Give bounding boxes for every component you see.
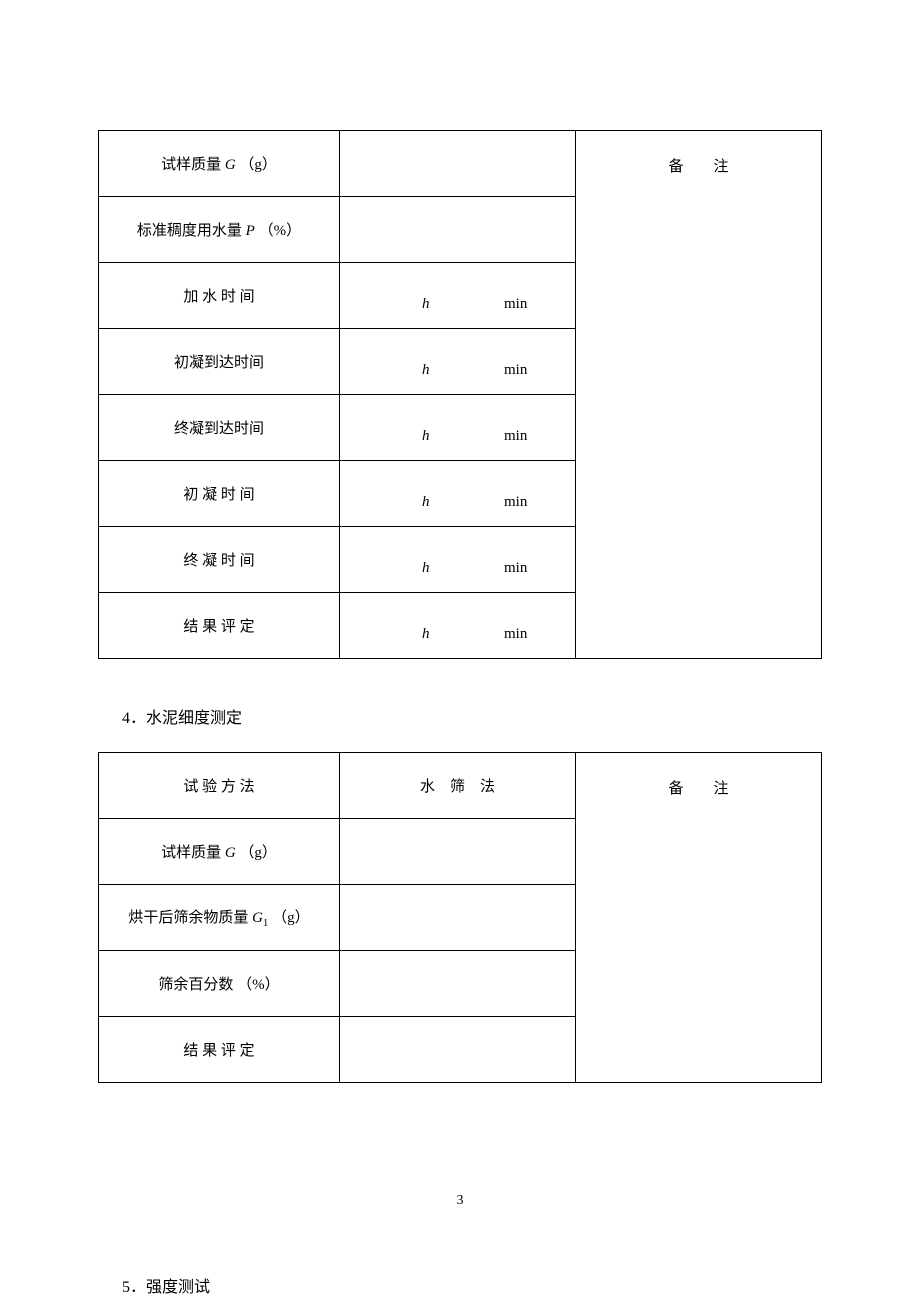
label-text: 烘干后筛余物质量 — [128, 910, 252, 926]
hour-unit: h — [422, 560, 430, 577]
label-text: 初 凝 时 间 — [183, 487, 254, 503]
row-label: 初 凝 时 间 — [99, 461, 340, 527]
remark-cell: 备 注 — [576, 131, 822, 659]
hour-unit: h — [422, 428, 430, 445]
table-fineness: 试 验 方 法 水 筛 法 备 注 试样质量 G （g） 烘干后筛余物质量 G1… — [98, 752, 822, 1083]
section-5-title: 5．强度测试 — [122, 1273, 822, 1297]
header-method: 试 验 方 法 — [99, 753, 340, 819]
label-unit: （g） — [236, 157, 277, 173]
minute-unit: min — [504, 362, 527, 379]
row-label: 烘干后筛余物质量 G1 （g） — [99, 885, 340, 951]
label-text: 试样质量 — [161, 845, 225, 861]
label-text: 标准稠度用水量 — [137, 223, 246, 239]
table-setting-time: 试样质量 G （g） 备 注 标准稠度用水量 P （%） 加 水 时 间 h m… — [98, 130, 822, 659]
header-text: 水 筛 法 — [420, 779, 495, 795]
value-cell: h min — [340, 461, 576, 527]
row-label: 加 水 时 间 — [99, 263, 340, 329]
value-cell — [340, 885, 576, 951]
row-label: 试样质量 G （g） — [99, 819, 340, 885]
minute-unit: min — [504, 626, 527, 643]
value-cell: h min — [340, 263, 576, 329]
value-cell — [340, 131, 576, 197]
label-unit: （g） — [268, 910, 309, 926]
row-label: 标准稠度用水量 P （%） — [99, 197, 340, 263]
hour-unit: h — [422, 296, 430, 313]
row-label: 结 果 评 定 — [99, 593, 340, 659]
row-label: 终 凝 时 间 — [99, 527, 340, 593]
remark-label: 备 注 — [668, 781, 728, 797]
variable-p: P — [246, 223, 255, 239]
remark-cell: 备 注 — [576, 753, 822, 1083]
value-cell: h min — [340, 593, 576, 659]
minute-unit: min — [504, 560, 527, 577]
hour-unit: h — [422, 626, 430, 643]
value-cell — [340, 1017, 576, 1083]
label-unit: （g） — [236, 845, 277, 861]
value-cell — [340, 819, 576, 885]
header-text: 试 验 方 法 — [183, 779, 254, 795]
label-text: 终凝到达时间 — [174, 421, 264, 437]
label-text: 终 凝 时 间 — [183, 553, 254, 569]
hour-unit: h — [422, 494, 430, 511]
variable-g: G — [225, 157, 236, 173]
value-cell: h min — [340, 395, 576, 461]
value-cell: h min — [340, 329, 576, 395]
section-4-title: 4．水泥细度测定 — [122, 704, 822, 728]
value-cell: h min — [340, 527, 576, 593]
row-label: 初凝到达时间 — [99, 329, 340, 395]
value-cell — [340, 951, 576, 1017]
label-text: 结 果 评 定 — [183, 619, 254, 635]
variable-g: G — [225, 845, 236, 861]
minute-unit: min — [504, 296, 527, 313]
row-label: 筛余百分数 （%） — [99, 951, 340, 1017]
label-text: 筛余百分数 （%） — [158, 977, 279, 993]
minute-unit: min — [504, 428, 527, 445]
row-label: 结 果 评 定 — [99, 1017, 340, 1083]
variable-g1: G — [252, 910, 263, 926]
remark-label: 备 注 — [668, 159, 728, 175]
value-cell — [340, 197, 576, 263]
label-unit: （%） — [255, 223, 301, 239]
page-number: 3 — [0, 1193, 920, 1209]
hour-unit: h — [422, 362, 430, 379]
label-text: 结 果 评 定 — [183, 1043, 254, 1059]
label-text: 初凝到达时间 — [174, 355, 264, 371]
label-text: 试样质量 — [161, 157, 225, 173]
row-label: 试样质量 G （g） — [99, 131, 340, 197]
label-text: 加 水 时 间 — [183, 289, 254, 305]
row-label: 终凝到达时间 — [99, 395, 340, 461]
minute-unit: min — [504, 494, 527, 511]
header-method-value: 水 筛 法 — [340, 753, 576, 819]
